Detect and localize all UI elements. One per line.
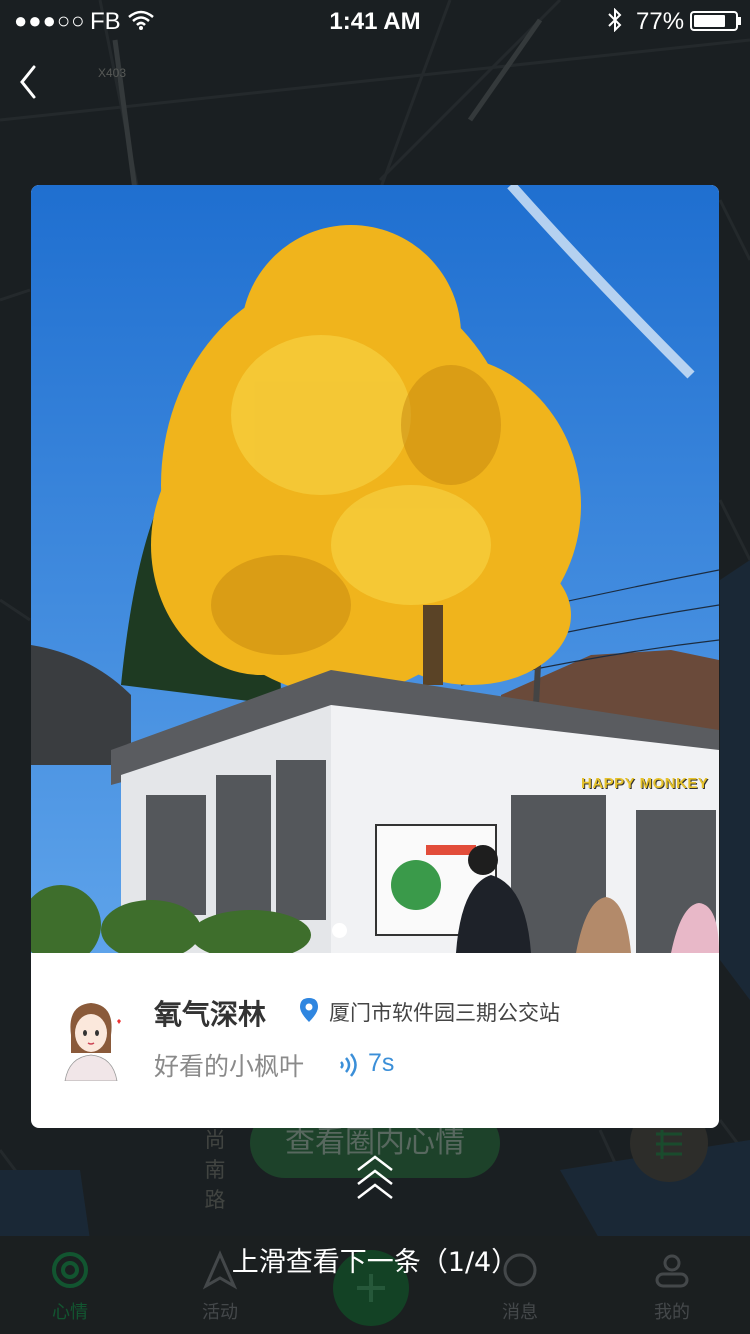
shop-sign: HAPPY MONKEY: [581, 775, 709, 792]
chevron-left-icon: [20, 65, 36, 99]
battery-cap: [738, 17, 741, 25]
mood-card[interactable]: HAPPY MONKEY 氧气深林 厦门市软件园三期公交站 好看的小枫叶 7s: [31, 185, 719, 1128]
swipe-hint: 上滑查看下一条（1/4）: [231, 1247, 519, 1278]
double-chevron-up-icon: [357, 1155, 393, 1199]
mood-caption: 好看的小枫叶: [154, 1052, 305, 1081]
battery-level: [694, 15, 725, 27]
voice-icon[interactable]: [337, 1052, 361, 1078]
avatar[interactable]: [57, 995, 125, 1081]
location-pin-icon: [300, 998, 318, 1022]
mood-photo[interactable]: HAPPY MONKEY: [31, 185, 719, 953]
location-text[interactable]: 厦门市软件园三期公交站: [329, 997, 560, 1027]
battery-percent: 77%: [636, 8, 685, 35]
mood-info: 氧气深林 厦门市软件园三期公交站 好看的小枫叶 7s: [31, 953, 719, 1128]
bluetooth-icon: [608, 8, 622, 32]
battery-icon: [690, 11, 738, 31]
username[interactable]: 氧气深林: [154, 993, 266, 1033]
status-bar: ●●●○○ FB 1:41 AM 77%: [0, 0, 750, 40]
voice-duration[interactable]: 7s: [368, 1049, 394, 1078]
photo-page-indicator: [332, 923, 347, 938]
back-button[interactable]: [10, 60, 54, 104]
